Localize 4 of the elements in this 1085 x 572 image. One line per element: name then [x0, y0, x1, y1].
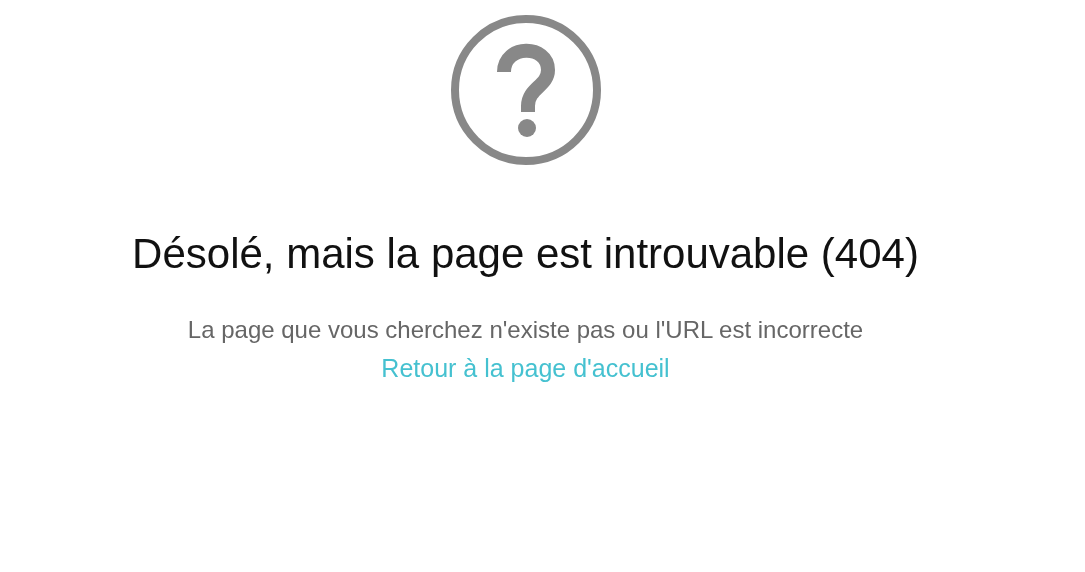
- question-icon: [449, 14, 602, 166]
- error-message: La page que vous cherchez n'existe pas ou l'URL est incorrecte: [187, 316, 864, 344]
- home-link[interactable]: Retour à la page d'accueil: [381, 354, 670, 383]
- error-heading: Désolé, mais la page est introuvable (404): [132, 230, 919, 278]
